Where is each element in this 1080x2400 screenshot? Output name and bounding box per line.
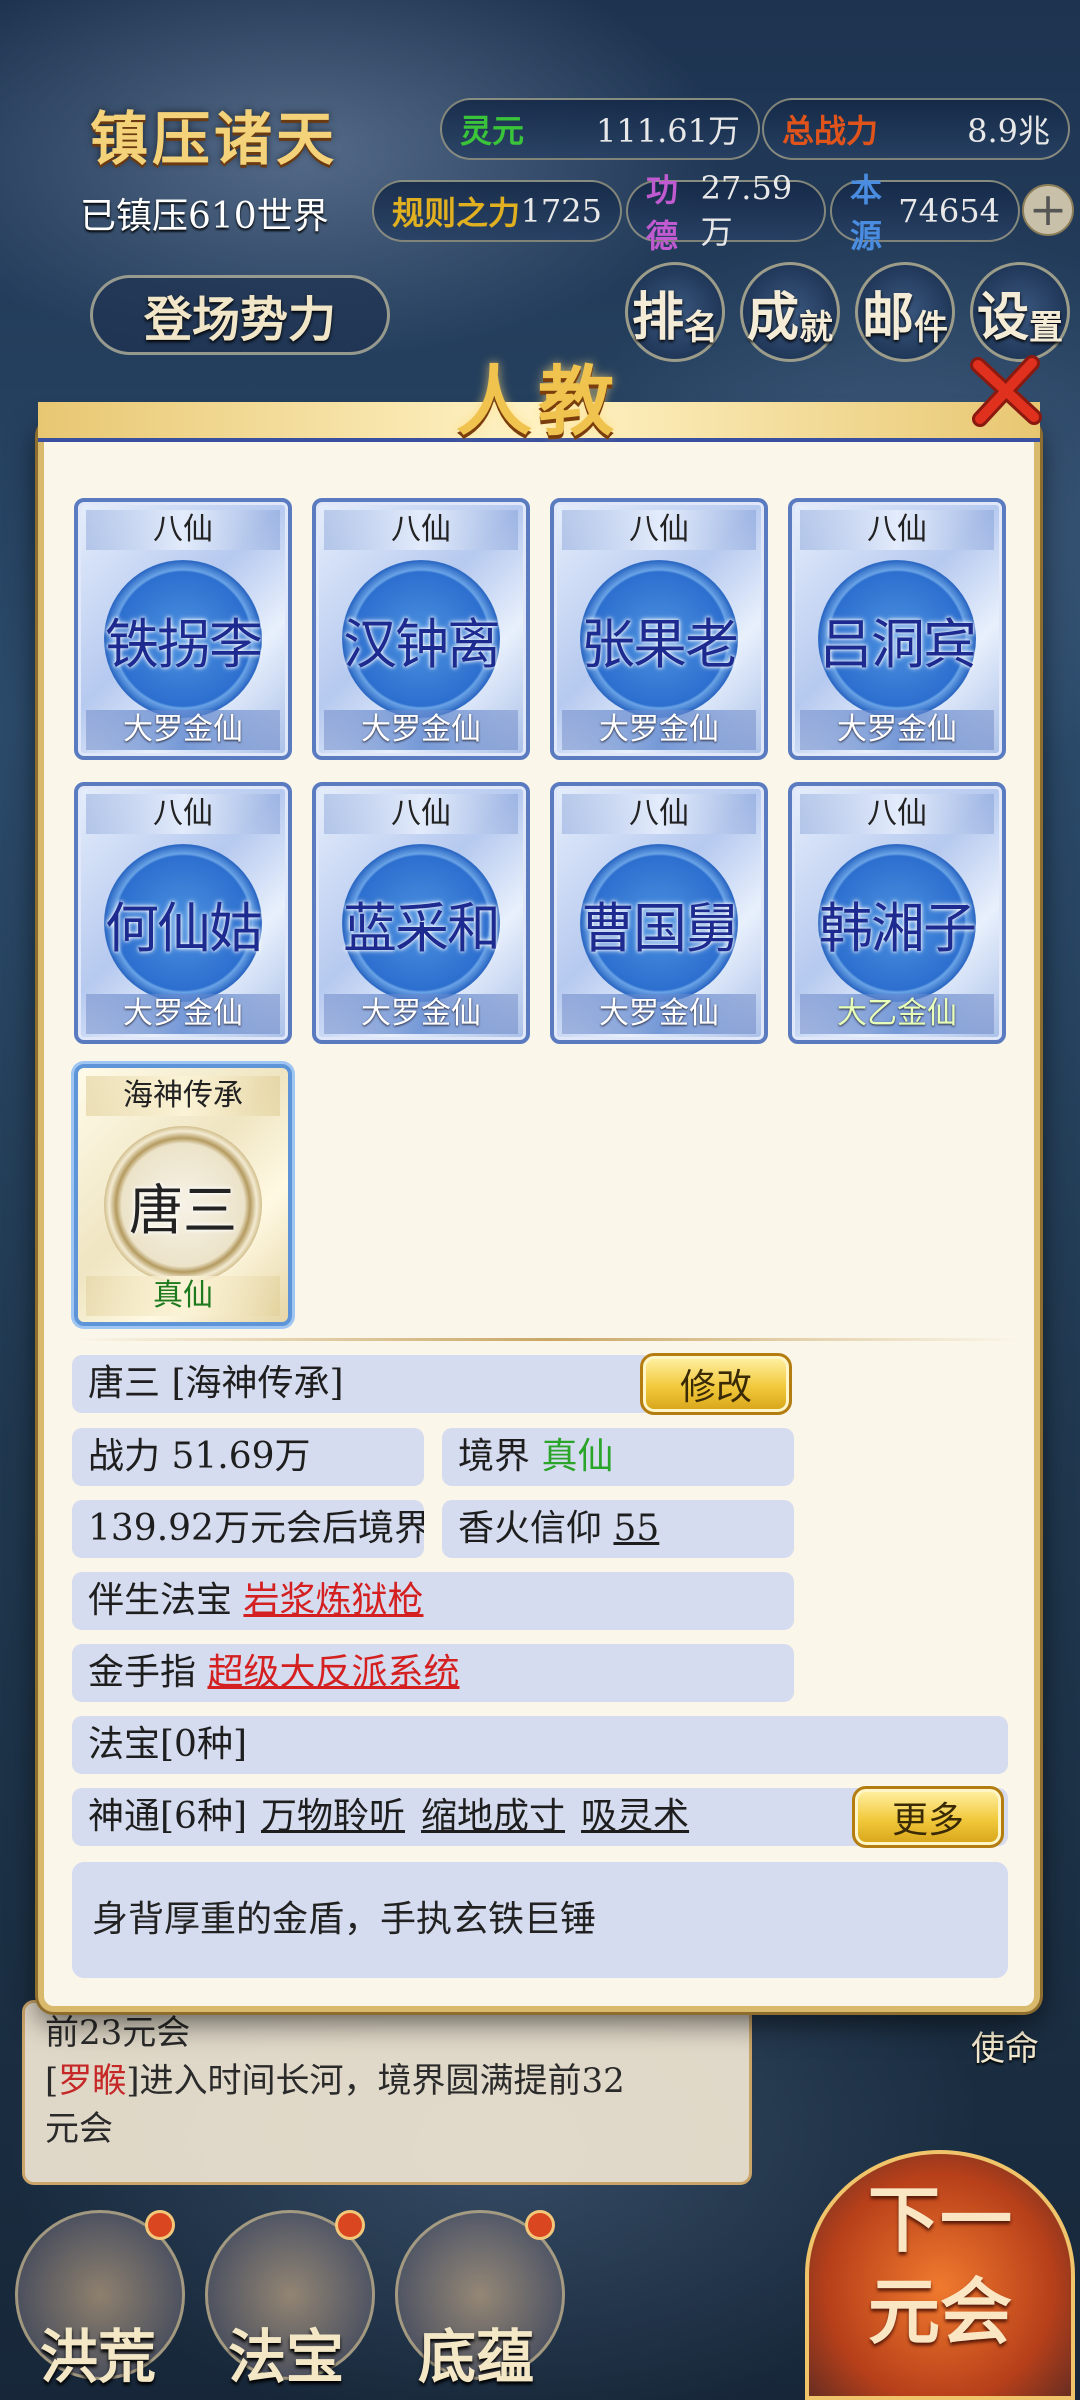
notification-dot-icon [335,2210,365,2240]
stat-origin: 本源 74654 [830,171,1020,255]
faith-field: 香火信仰 55 [442,1500,794,1558]
character-card[interactable]: 八仙 汉钟离 大罗金仙 [312,498,530,760]
nav-foundation[interactable]: 底蕴 [418,2310,534,2394]
nav-honghuang[interactable]: 洪荒 [40,2310,156,2394]
log-line: 前23元会 [45,2013,191,2053]
plus-icon[interactable]: + [1022,184,1074,236]
more-button[interactable]: 更多 [852,1786,1004,1848]
skill-link[interactable]: 吸灵术 [581,1796,689,1837]
character-card[interactable]: 八仙 吕洞宾 大罗金仙 [788,498,1006,760]
character-description: 身背厚重的金盾，手执玄铁巨锤 [72,1862,1008,1978]
world-count: 已镇压610世界 [80,196,329,237]
character-card[interactable]: 八仙 何仙姑 大罗金仙 [74,782,292,1044]
log-line: 元会 [45,2109,113,2149]
event-log: 前23元会 [罗睺]进入时间长河，境界圆满提前32 元会 [22,2000,752,2185]
stat-rule-power: 规则之力 1725 [372,180,622,242]
log-line: [罗睺]进入时间长河，境界圆满提前32 [45,2061,625,2101]
close-icon[interactable] [960,345,1052,437]
next-era-button[interactable]: 下一 元会 [805,2150,1075,2400]
power-field: 战力 51.69万 [72,1428,424,1486]
character-card[interactable]: 八仙 曹国舅 大罗金仙 [550,782,768,1044]
notification-dot-icon [525,2210,555,2240]
skill-link[interactable]: 缩地成寸 [421,1796,565,1837]
companion-treasure-link[interactable]: 岩浆炼狱枪 [243,1580,423,1621]
stat-merit: 功德 27.59万 [626,169,826,255]
mission-button[interactable]: 使命 [950,2010,1060,2080]
stat-total-power: 总战力 8.9兆 [762,98,1070,160]
breakthrough-field: 139.92万元会后境界突破 [72,1500,424,1558]
character-card[interactable]: 八仙 韩湘子 大乙金仙 [788,782,1006,1044]
notification-dot-icon [145,2210,175,2240]
realm-field: 境界 真仙 [442,1428,794,1486]
modal-title: 人教 [456,357,620,446]
golden-finger-link[interactable]: 超级大反派系统 [207,1652,459,1693]
modal-header: 人教 [38,340,1040,450]
character-card-selected[interactable]: 海神传承 唐三 真仙 [74,1064,292,1326]
character-card[interactable]: 八仙 铁拐李 大罗金仙 [74,498,292,760]
edit-button[interactable]: 修改 [640,1353,792,1415]
character-card[interactable]: 八仙 张果老 大罗金仙 [550,498,768,760]
stat-lingyuan: 灵元 111.61万 [440,98,760,160]
game-title: 镇压诸天 [90,105,339,173]
skill-link[interactable]: 万物聆听 [261,1796,405,1837]
treasure-count-field: 法宝[0种] [72,1716,1008,1774]
companion-treasure-field: 伴生法宝 岩浆炼狱枪 [72,1572,794,1630]
golden-finger-field: 金手指 超级大反派系统 [72,1644,794,1702]
character-card[interactable]: 八仙 蓝采和 大罗金仙 [312,782,530,1044]
nav-treasure[interactable]: 法宝 [228,2310,344,2394]
character-name-line: 唐三 [海神传承] [72,1355,652,1413]
divider [72,1338,1022,1341]
